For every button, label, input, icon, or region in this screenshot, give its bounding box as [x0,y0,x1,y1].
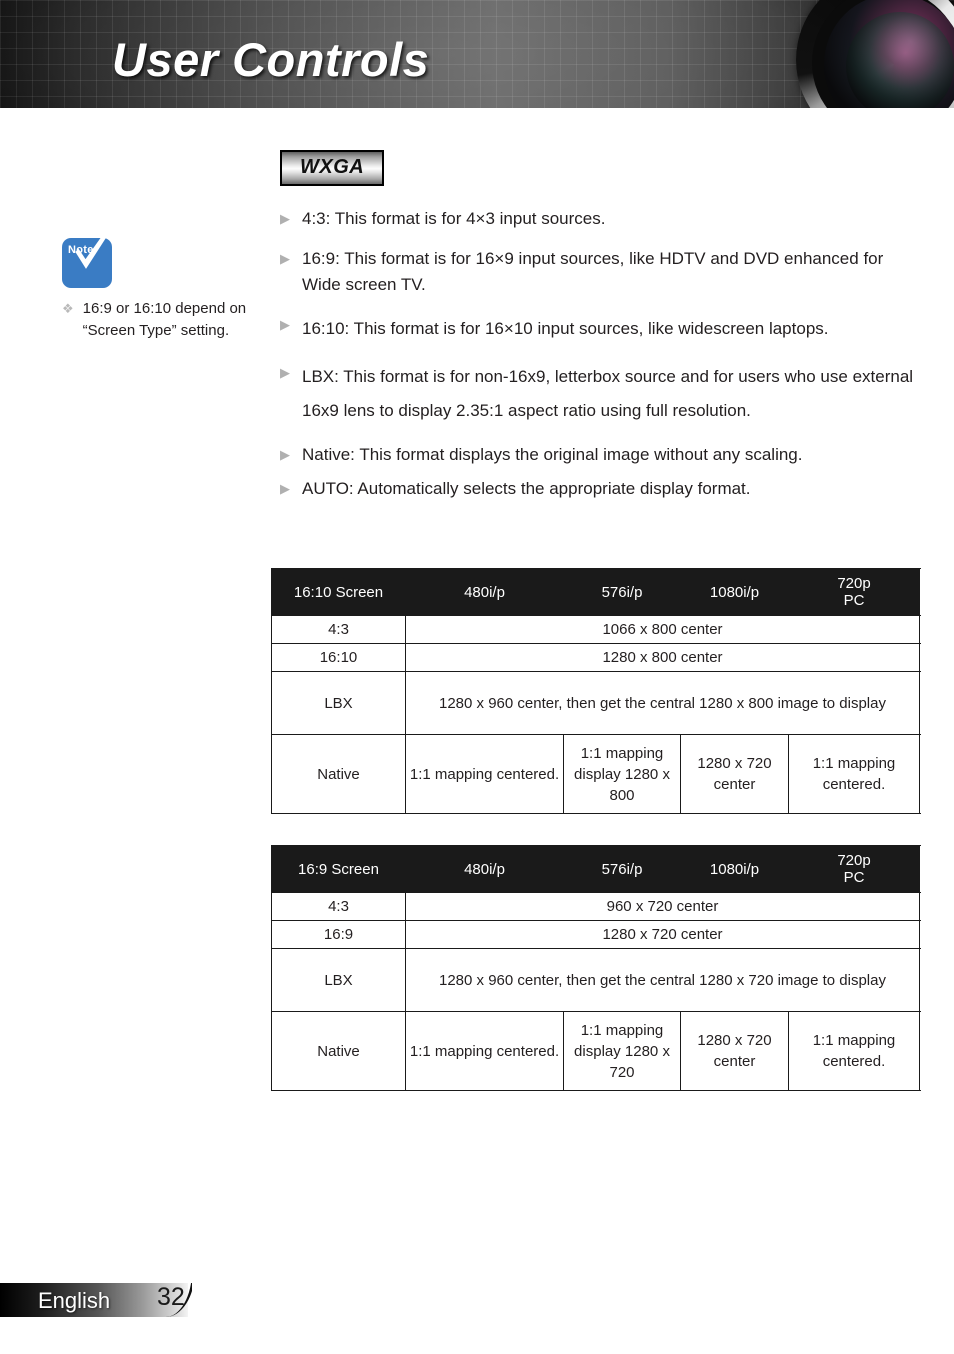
bullet-item-16-9: ▶ 16:9: This format is for 16×9 input so… [280,246,920,298]
row-value: 960 x 720 center [405,892,920,921]
row-value: 1280 x 800 center [405,643,920,672]
table-16-9-screen: 16:9 Screen 480i/p 576i/p 1080i/p 720pPC… [271,845,920,1091]
checkmark-icon [75,224,114,269]
table-header-cell: 16:9 Screen [271,845,406,893]
row-value: 1:1 mapping display 1280 x 720 [563,1011,681,1091]
note-list: ❖ 16:9 or 16:10 depend on “Screen Type” … [62,298,262,342]
page-title: User Controls [112,33,430,86]
table-header-cell: 720p [837,852,871,869]
table-header-cell: 16:10 Screen [271,568,406,616]
format-bullet-list: ▶ 4:3: This format is for 4×3 input sour… [280,206,920,502]
row-value: 1280 x 960 center, then get the central … [405,948,920,1012]
row-value: 1066 x 800 center [405,615,920,644]
triangle-bullet-icon: ▶ [280,365,290,380]
row-value: 1:1 mapping centered. [405,1011,564,1091]
table-row: 16:9 1280 x 720 center [271,920,920,949]
table-header-cell: PC [843,592,865,609]
bullet-text: LBX: This format is for non-16x9, letter… [302,367,914,420]
bullet-text: Native: This format displays the origina… [302,445,803,464]
bullet-text: 16:10: This format is for 16×10 input so… [302,319,829,338]
row-value: 1:1 mapping centered. [788,1011,920,1091]
row-value: 1:1 mapping centered. [405,734,564,814]
row-label: 4:3 [271,615,406,644]
row-label: Native [271,734,406,814]
row-label: 16:9 [271,920,406,949]
bullet-text: 16:9: This format is for 16×9 input sour… [302,249,884,294]
row-value: 1:1 mapping centered. [788,734,920,814]
bullet-item-4-3: ▶ 4:3: This format is for 4×3 input sour… [280,206,920,232]
bullet-text: AUTO: Automatically selects the appropri… [302,479,751,498]
table-header-cell: PC [843,869,865,886]
triangle-bullet-icon: ▶ [280,251,290,266]
table-row: 4:3 1066 x 800 center [271,615,920,644]
row-value: 1280 x 720 center [680,734,789,814]
table-header-cell: 480i/p [405,845,564,893]
page-header-banner: User Controls [0,0,954,108]
table-header-cell: 576i/p [563,845,681,893]
table-16-10-screen: 16:10 Screen 480i/p 576i/p 1080i/p 720pP… [271,568,920,814]
bullet-item-native: ▶ Native: This format displays the origi… [280,442,920,468]
note-item-text: 16:9 or 16:10 depend on “Screen Type” se… [82,300,247,339]
table-row: Native 1:1 mapping centered. 1:1 mapping… [271,734,920,814]
triangle-bullet-icon: ▶ [280,317,290,332]
table-header-row: 16:10 Screen 480i/p 576i/p 1080i/p 720pP… [271,568,920,616]
bullet-item-auto: ▶ AUTO: Automatically selects the approp… [280,476,920,502]
bullet-item-lbx: ▶ LBX: This format is for non-16x9, lett… [280,360,920,428]
table-16-9-screen-wrapper: 16:9 Screen 480i/p 576i/p 1080i/p 720pPC… [271,845,920,1091]
page-number: 32 [157,1283,185,1311]
table-header-cell: 576i/p [563,568,681,616]
row-value: 1280 x 720 center [405,920,920,949]
table-header-cell: 1080i/p [680,845,789,893]
table-16-10-screen-wrapper: 16:10 Screen 480i/p 576i/p 1080i/p 720pP… [271,568,920,814]
main-content: WXGA ▶ 4:3: This format is for 4×3 input… [280,150,920,510]
row-label: LBX [271,948,406,1012]
note-list-item: ❖ 16:9 or 16:10 depend on “Screen Type” … [62,298,262,342]
table-row: 4:3 960 x 720 center [271,892,920,921]
bullet-text: 4:3: This format is for 4×3 input source… [302,209,606,228]
row-value: 1280 x 720 center [680,1011,789,1091]
row-label: LBX [271,671,406,735]
camera-lens-icon [774,0,954,108]
footer-language-label: English [38,1288,111,1313]
table-header-row: 16:9 Screen 480i/p 576i/p 1080i/p 720pPC [271,845,920,893]
triangle-bullet-icon: ▶ [280,481,290,496]
row-label: Native [271,1011,406,1091]
table-header-cell: 720p [837,575,871,592]
table-row: LBX 1280 x 960 center, then get the cent… [271,671,920,735]
note-check-icon: Note [62,224,114,288]
triangle-bullet-icon: ▶ [280,211,290,226]
table-header-cell: 1080i/p [680,568,789,616]
row-label: 16:10 [271,643,406,672]
row-value: 1280 x 960 center, then get the central … [405,671,920,735]
table-row: 16:10 1280 x 800 center [271,643,920,672]
table-row: Native 1:1 mapping centered. 1:1 mapping… [271,1011,920,1091]
table-header-cell-group: 720pPC [788,845,920,893]
table-row: LBX 1280 x 960 center, then get the cent… [271,948,920,1012]
row-value: 1:1 mapping display 1280 x 800 [563,734,681,814]
table-header-cell: 480i/p [405,568,564,616]
bullet-item-16-10: ▶ 16:10: This format is for 16×10 input … [280,312,920,346]
diamond-bullet-icon: ❖ [62,301,74,316]
row-label: 4:3 [271,892,406,921]
table-header-cell-group: 720pPC [788,568,920,616]
wxga-badge: WXGA [280,150,385,186]
note-sidebar: Note ❖ 16:9 or 16:10 depend on “Screen T… [62,224,262,342]
triangle-bullet-icon: ▶ [280,447,290,462]
